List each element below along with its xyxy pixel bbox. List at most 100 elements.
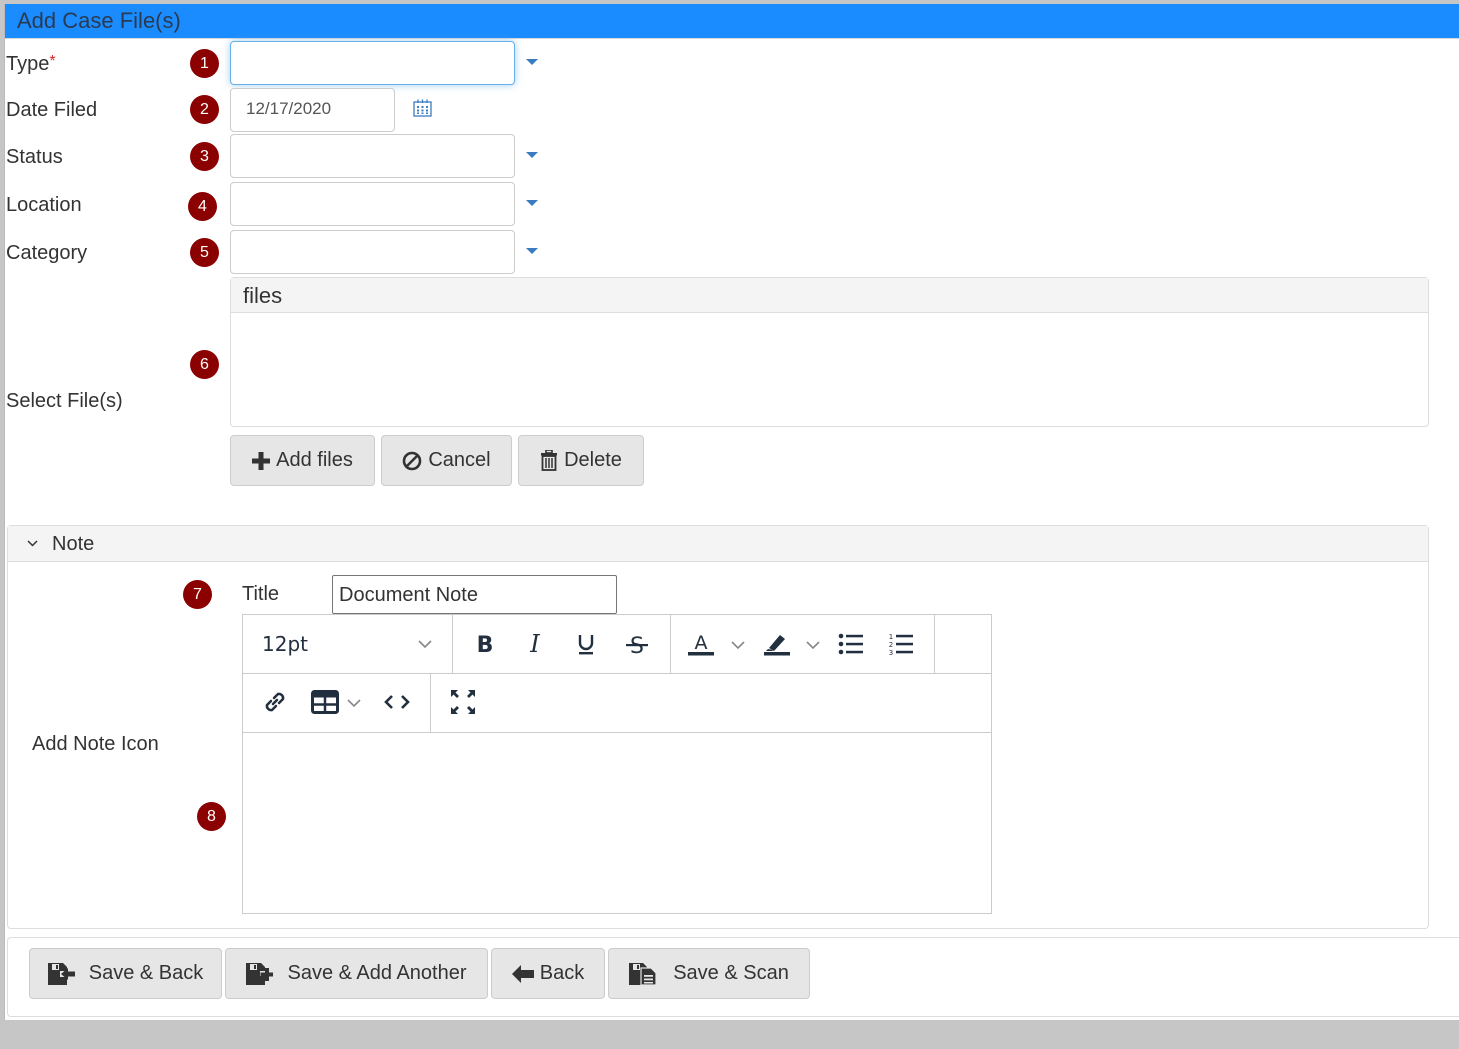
underline-button[interactable]	[569, 628, 603, 660]
svg-text:B: B	[477, 633, 494, 655]
save-and-add-another-label: Save & Add Another	[287, 962, 467, 984]
step-badge-2: 2	[190, 95, 219, 124]
delete-label: Delete	[564, 449, 622, 471]
required-marker: *	[49, 53, 56, 70]
text-color-chevron-icon[interactable]	[731, 641, 745, 649]
step-badge-6: 6	[190, 350, 219, 379]
trash-icon	[541, 450, 558, 471]
table-chevron-icon[interactable]	[347, 699, 361, 707]
location-select[interactable]	[230, 182, 515, 226]
italic-icon: I	[529, 632, 540, 656]
note-panel-header[interactable]: Note	[8, 526, 1428, 562]
save-and-scan-button[interactable]: Save & Scan	[608, 948, 810, 999]
highlight-icon	[764, 635, 790, 656]
table-button[interactable]	[307, 686, 343, 718]
numbered-list-button[interactable]: 123	[883, 628, 919, 660]
editor-toolbar-row-1: 12pt B I S A 123	[243, 615, 991, 674]
italic-button[interactable]: I	[518, 628, 552, 660]
strikethrough-button[interactable]: S	[620, 628, 654, 660]
toolbar-separator	[452, 615, 453, 673]
category-dropdown-caret-icon[interactable]	[526, 248, 538, 254]
files-panel: files	[230, 277, 1429, 427]
highlight-chevron-icon[interactable]	[806, 641, 820, 649]
source-code-button[interactable]	[379, 686, 415, 718]
date-filed-input[interactable]: 12/17/2020	[230, 88, 395, 132]
files-panel-title: files	[243, 283, 283, 308]
fullscreen-button[interactable]	[445, 686, 481, 718]
step-badge-3: 3	[190, 142, 219, 171]
save-and-scan-label: Save & Scan	[673, 962, 789, 984]
chevron-down-icon	[27, 540, 38, 547]
bold-button[interactable]: B	[468, 628, 502, 660]
status-select[interactable]	[230, 134, 515, 178]
window-title: Add Case File(s)	[17, 8, 181, 33]
location-label: Location	[6, 194, 82, 216]
text-color-button[interactable]: A	[683, 628, 719, 660]
step-badge-7: 7	[183, 580, 212, 609]
save-back-icon	[47, 962, 75, 985]
back-button[interactable]: Back	[491, 948, 605, 999]
svg-text:3: 3	[889, 649, 893, 655]
svg-text:A: A	[695, 632, 708, 654]
editor-toolbar-row-2	[243, 674, 991, 733]
svg-text:1: 1	[889, 633, 893, 641]
category-select[interactable]	[230, 230, 515, 274]
files-drop-area[interactable]	[231, 313, 1428, 426]
step-badge-8: 8	[197, 802, 226, 831]
status-label: Status	[6, 146, 63, 168]
text-color-icon: A	[688, 632, 714, 656]
status-dropdown-caret-icon[interactable]	[526, 152, 538, 158]
delete-button[interactable]: Delete	[518, 435, 644, 486]
cancel-label: Cancel	[428, 449, 491, 471]
ban-icon	[403, 451, 422, 470]
chevron-down-icon	[418, 640, 432, 648]
save-add-icon	[246, 962, 274, 985]
type-label: Type*	[6, 53, 56, 75]
type-dropdown-caret-icon[interactable]	[526, 59, 538, 65]
svg-text:I: I	[529, 632, 540, 656]
note-title-label: Title	[242, 583, 280, 605]
table-icon	[311, 690, 339, 714]
location-dropdown-caret-icon[interactable]	[526, 200, 538, 206]
add-case-file-dialog: Add Case File(s) Type* 1 Date Filed 2 12…	[4, 4, 1459, 1020]
toolbar-separator	[430, 674, 431, 732]
arrow-left-icon	[511, 964, 534, 983]
note-title-input[interactable]: Document Note	[332, 575, 617, 614]
step-badge-5: 5	[190, 238, 219, 267]
step-badge-4: 4	[188, 192, 217, 221]
back-label: Back	[539, 962, 585, 984]
cancel-button[interactable]: Cancel	[381, 435, 512, 486]
note-section-title: Note	[52, 533, 95, 555]
svg-text:2: 2	[889, 641, 893, 649]
link-button[interactable]	[257, 686, 293, 718]
files-panel-header: files	[231, 278, 1428, 313]
add-files-label: Add files	[276, 449, 353, 471]
font-size-select[interactable]: 12pt	[243, 615, 451, 673]
save-and-back-button[interactable]: Save & Back	[29, 948, 222, 999]
fullscreen-icon	[451, 690, 475, 714]
save-scan-icon	[629, 962, 657, 985]
select-files-label: Select File(s)	[6, 390, 123, 412]
rich-text-editor: 12pt B I S A 123	[242, 614, 992, 914]
bold-icon: B	[477, 633, 494, 655]
toolbar-separator	[934, 615, 935, 673]
underline-icon	[578, 635, 594, 655]
calendar-icon[interactable]	[413, 99, 432, 122]
font-size-value: 12pt	[262, 632, 308, 656]
source-code-icon	[384, 695, 410, 709]
plus-icon	[252, 451, 271, 470]
add-files-button[interactable]: Add files	[230, 435, 375, 486]
toolbar-separator	[670, 615, 671, 673]
add-note-icon-label: Add Note Icon	[32, 733, 159, 755]
bullet-list-icon	[838, 633, 863, 655]
numbered-list-icon: 123	[889, 633, 913, 655]
bullet-list-button[interactable]	[833, 628, 869, 660]
type-select[interactable]	[230, 41, 515, 85]
save-and-add-another-button[interactable]: Save & Add Another	[225, 948, 488, 999]
step-badge-1: 1	[190, 49, 219, 78]
date-filed-label: Date Filed	[6, 99, 98, 121]
highlight-button[interactable]	[759, 628, 795, 660]
title-bar: Add Case File(s)	[5, 4, 1459, 39]
editor-content-area[interactable]	[243, 733, 991, 913]
link-icon	[265, 692, 285, 712]
